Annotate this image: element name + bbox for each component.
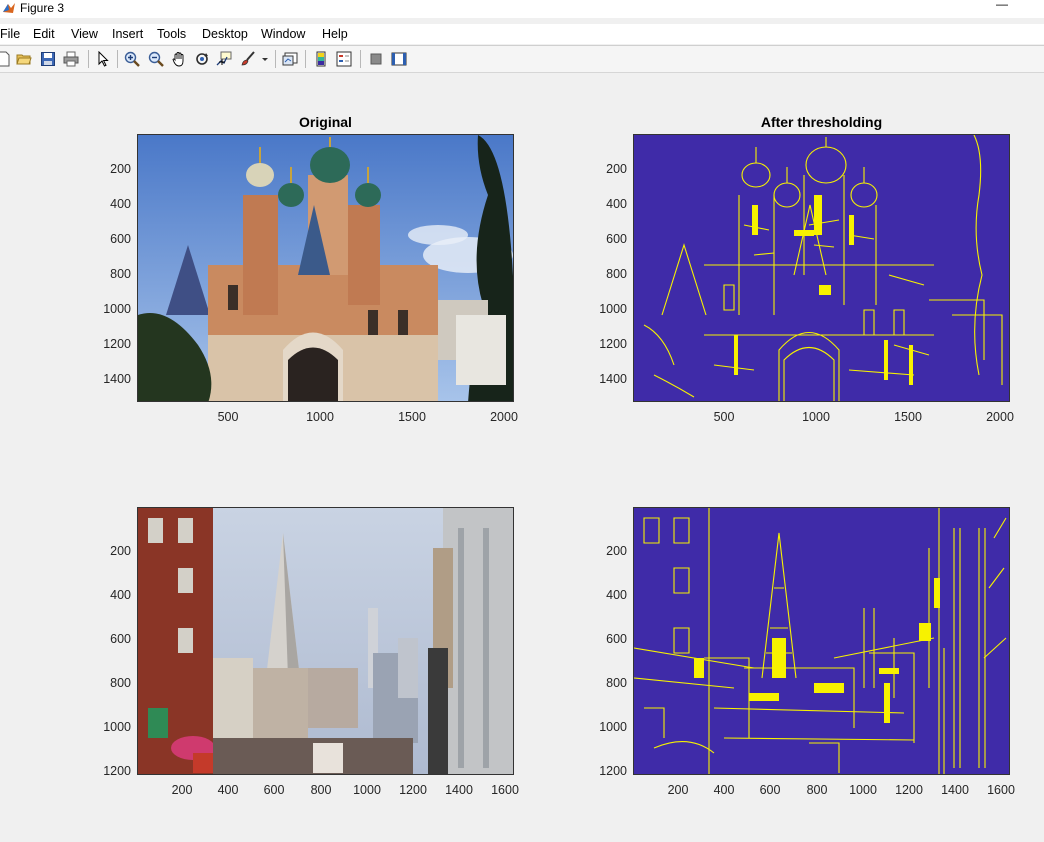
y-tick-label: 600: [606, 632, 627, 646]
brush-dropdown-icon[interactable]: [260, 51, 270, 67]
axes-title-after-thresholding: After thresholding: [760, 114, 883, 130]
x-tick-label: 600: [263, 783, 285, 797]
y-tick-label: 800: [606, 676, 627, 690]
menu-bar: File Edit View Insert Tools Desktop Wind…: [0, 24, 1044, 44]
image-city-street-threshold[interactable]: [633, 507, 1010, 775]
y-tick-label: 1200: [599, 337, 627, 351]
toolbar-separator: [275, 50, 276, 68]
x-tick-label: 400: [217, 783, 239, 797]
y-tick-label: 1200: [103, 337, 131, 351]
x-tick-label: 1400: [941, 783, 969, 797]
menu-window[interactable]: Window: [261, 27, 305, 41]
y-tick-label: 600: [110, 232, 131, 246]
title-bar: Figure 3 —: [0, 0, 1044, 18]
y-tick-label: 200: [606, 162, 627, 176]
menu-insert[interactable]: Insert: [112, 27, 143, 41]
x-tick-label: 400: [713, 783, 735, 797]
y-tick-label: 400: [606, 588, 627, 602]
x-tick-label: 500: [713, 410, 735, 424]
y-tick-label: 200: [606, 544, 627, 558]
image-city-street-photo[interactable]: [137, 507, 514, 775]
open-folder-icon[interactable]: [16, 51, 32, 67]
menu-desktop[interactable]: Desktop: [202, 27, 248, 41]
x-tick-label: 200: [667, 783, 689, 797]
colorbar-icon[interactable]: [313, 51, 329, 67]
show-plot-tools-icon[interactable]: [391, 51, 407, 67]
y-tick-label: 1000: [599, 302, 627, 316]
x-tick-label: 2000: [986, 410, 1014, 424]
x-tick-label: 800: [806, 783, 828, 797]
data-cursor-icon[interactable]: [216, 51, 232, 67]
y-tick-label: 1000: [103, 302, 131, 316]
y-tick-label: 1400: [599, 372, 627, 386]
zoom-out-icon[interactable]: [148, 51, 164, 67]
y-tick-label: 600: [110, 632, 131, 646]
rotate-3d-icon[interactable]: [194, 51, 210, 67]
toolbar-separator: [360, 50, 361, 68]
y-tick-label: 800: [110, 676, 131, 690]
menu-view[interactable]: View: [71, 27, 98, 41]
y-tick-label: 800: [606, 267, 627, 281]
y-tick-label: 200: [110, 544, 131, 558]
window-title: Figure 3: [20, 1, 65, 15]
pan-hand-icon[interactable]: [171, 51, 187, 67]
x-tick-label: 600: [759, 783, 781, 797]
y-tick-label: 400: [110, 588, 131, 602]
x-tick-label: 1200: [399, 783, 427, 797]
print-icon[interactable]: [63, 51, 79, 67]
x-tick-label: 2000: [490, 410, 518, 424]
x-tick-label: 1400: [445, 783, 473, 797]
x-tick-label: 500: [217, 410, 239, 424]
zoom-in-icon[interactable]: [124, 51, 140, 67]
new-file-icon[interactable]: [0, 51, 12, 67]
x-tick-label: 800: [310, 783, 332, 797]
matlab-logo-icon: [2, 1, 16, 15]
toolbar-separator: [305, 50, 306, 68]
image-cathedral-photo[interactable]: [137, 134, 514, 402]
y-tick-label: 1200: [103, 764, 131, 778]
figure-toolbar: [0, 46, 1044, 73]
toolbar-separator: [88, 50, 89, 68]
hide-plot-tools-icon[interactable]: [368, 51, 384, 67]
x-tick-label: 1500: [894, 410, 922, 424]
x-tick-label: 1000: [802, 410, 830, 424]
y-tick-label: 1200: [599, 764, 627, 778]
axes-title-original: Original: [299, 114, 352, 130]
image-cathedral-threshold[interactable]: [633, 134, 1010, 402]
y-tick-label: 400: [110, 197, 131, 211]
y-tick-label: 1400: [103, 372, 131, 386]
legend-icon[interactable]: [336, 51, 352, 67]
x-tick-label: 1500: [398, 410, 426, 424]
menu-edit[interactable]: Edit: [33, 27, 55, 41]
y-tick-label: 800: [110, 267, 131, 281]
x-tick-label: 1000: [306, 410, 334, 424]
x-tick-label: 1600: [987, 783, 1015, 797]
minimize-button[interactable]: —: [996, 0, 1010, 11]
x-tick-label: 1000: [849, 783, 877, 797]
pointer-icon[interactable]: [95, 51, 111, 67]
y-tick-label: 200: [110, 162, 131, 176]
link-plot-icon[interactable]: [282, 51, 298, 67]
x-tick-label: 1000: [353, 783, 381, 797]
menu-help[interactable]: Help: [322, 27, 348, 41]
x-tick-label: 1600: [491, 783, 519, 797]
toolbar-separator: [117, 50, 118, 68]
y-tick-label: 600: [606, 232, 627, 246]
menu-tools[interactable]: Tools: [157, 27, 186, 41]
y-tick-label: 1000: [599, 720, 627, 734]
brush-icon[interactable]: [240, 51, 256, 67]
x-tick-label: 1200: [895, 783, 923, 797]
menu-file[interactable]: File: [0, 27, 20, 41]
x-tick-label: 200: [171, 783, 193, 797]
save-icon[interactable]: [40, 51, 56, 67]
y-tick-label: 400: [606, 197, 627, 211]
y-tick-label: 1000: [103, 720, 131, 734]
